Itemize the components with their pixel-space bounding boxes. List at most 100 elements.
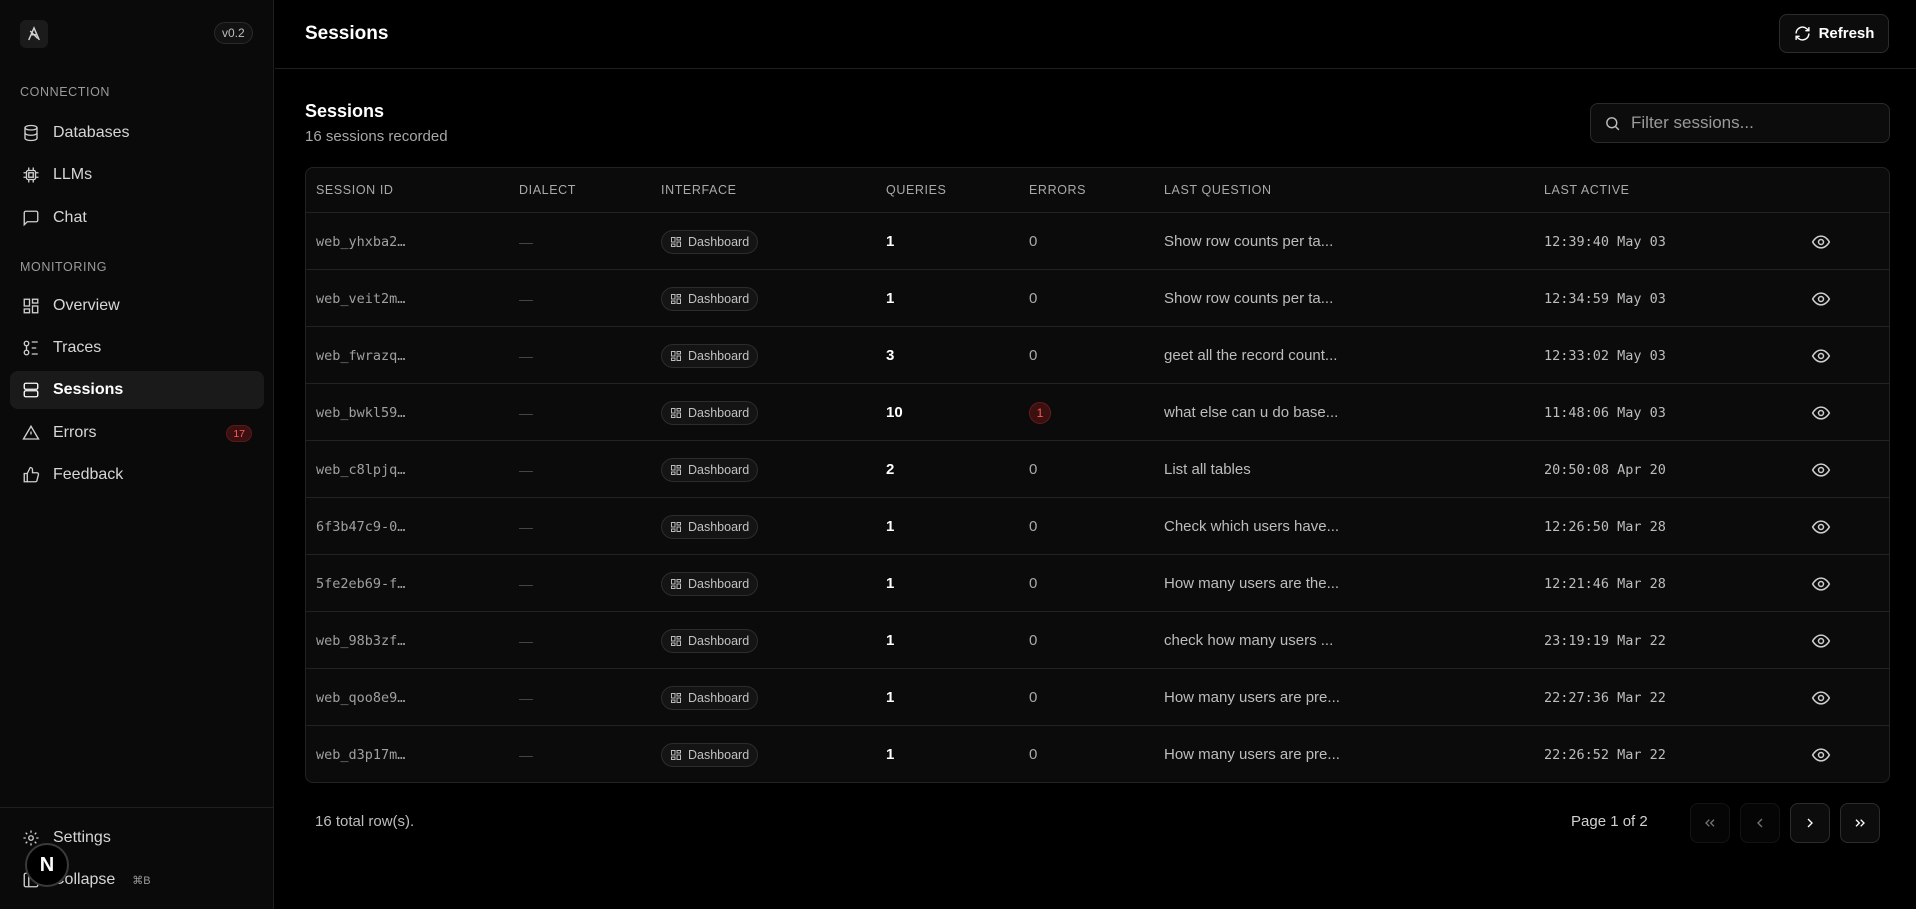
interface-label: Dashboard (688, 576, 750, 591)
error-count: 0 (1029, 746, 1038, 763)
chevron-right-icon (1807, 818, 1813, 828)
interface-label: Dashboard (688, 747, 750, 762)
session-id[interactable]: 5fe2eb69-f… (316, 576, 405, 592)
view-session-button[interactable] (1811, 612, 1831, 669)
session-id[interactable]: web_bwkl59… (316, 405, 405, 421)
view-session-button[interactable] (1811, 270, 1831, 327)
table-row[interactable]: 5fe2eb69-f… — Dashboard 1 0 How many users ar… (306, 555, 1889, 612)
chevrons-left-icon (1705, 819, 1715, 827)
interface-label: Dashboard (688, 291, 750, 306)
layout-grid-icon (671, 521, 681, 532)
search-input[interactable] (1631, 113, 1871, 133)
eye-icon (1811, 291, 1831, 306)
layout-grid-icon (671, 635, 681, 646)
layout-grid-icon (671, 749, 681, 760)
table-row[interactable]: 6f3b47c9-0… — Dashboard 1 0 Check which users… (306, 498, 1889, 555)
error-count: 0 (1029, 689, 1038, 706)
app-logo[interactable] (20, 20, 48, 48)
view-session-button[interactable] (1811, 327, 1831, 384)
column-header-interface[interactable]: INTERFACE (661, 183, 737, 197)
last-question: How many users are pre... (1164, 746, 1340, 763)
sidebar-item-sessions[interactable]: Sessions (10, 371, 264, 409)
errors-count-badge: 17 (226, 425, 252, 442)
session-id[interactable]: web_veit2m… (316, 291, 405, 307)
sidebar-item-chat[interactable]: Chat (10, 199, 264, 237)
layout-grid-icon (671, 293, 681, 304)
sidebar-item-traces[interactable]: Traces (10, 329, 264, 367)
last-question: List all tables (1164, 461, 1251, 478)
first-page-button[interactable] (1690, 803, 1730, 843)
column-header-queries[interactable]: QUERIES (886, 183, 946, 197)
table-row[interactable]: web_yhxba2… — Dashboard 1 0 Show row counts p… (306, 213, 1889, 270)
table-row[interactable]: web_d3p17m… — Dashboard 1 0 How many users ar… (306, 726, 1889, 782)
eye-icon (1811, 348, 1831, 363)
interface-badge: Dashboard (661, 400, 759, 425)
search-icon (1606, 116, 1620, 130)
previous-page-button[interactable] (1740, 803, 1780, 843)
last-active: 12:39:40 May 03 (1544, 233, 1666, 250)
sidebar-item-label: Feedback (53, 466, 124, 483)
sidebar-item-feedback[interactable]: Feedback (10, 456, 264, 494)
eye-icon (1811, 576, 1831, 591)
view-session-button[interactable] (1811, 384, 1831, 441)
eye-icon (1811, 519, 1831, 534)
session-id[interactable]: web_98b3zf… (316, 633, 405, 649)
view-session-button[interactable] (1811, 498, 1831, 555)
session-id[interactable]: web_d3p17m… (316, 747, 405, 763)
avatar[interactable]: N (25, 843, 69, 887)
table-row[interactable]: web_98b3zf… — Dashboard 1 0 check how many us… (306, 612, 1889, 669)
column-header-session-id[interactable]: SESSION ID (316, 183, 394, 197)
interface-label: Dashboard (688, 519, 750, 534)
last-page-button[interactable] (1840, 803, 1880, 843)
table-row[interactable]: web_c8lpjq… — Dashboard 2 0 List all tables 20… (306, 441, 1889, 498)
session-id[interactable]: web_c8lpjq… (316, 462, 405, 478)
layout-grid-icon (671, 464, 681, 475)
eye-icon (1811, 405, 1831, 420)
version-badge: v0.2 (214, 22, 253, 44)
table-row[interactable]: web_qoo8e9… — Dashboard 1 0 How many users ar… (306, 669, 1889, 726)
query-count: 1 (886, 290, 895, 307)
error-count-badge: 1 (1029, 401, 1051, 424)
section-monitoring: MONITORING (20, 260, 108, 274)
table-row[interactable]: web_fwrazq… — Dashboard 3 0 geet all the reco… (306, 327, 1889, 384)
next-page-button[interactable] (1790, 803, 1830, 843)
sidebar-item-errors[interactable]: Errors 17 (10, 414, 264, 452)
search-box[interactable] (1590, 103, 1890, 143)
session-id[interactable]: web_qoo8e9… (316, 690, 405, 706)
column-header-last-active[interactable]: LAST ACTIVE (1544, 183, 1630, 197)
column-header-last-question[interactable]: LAST QUESTION (1164, 183, 1272, 197)
interface-label: Dashboard (688, 348, 750, 363)
session-id[interactable]: 6f3b47c9-0… (316, 519, 405, 535)
layout-grid-icon (671, 350, 681, 361)
keyboard-shortcut: ⌘B (132, 874, 151, 887)
dialect: — (519, 632, 533, 649)
last-question: Check which users have... (1164, 518, 1340, 535)
dialect: — (519, 233, 533, 250)
interface-label: Dashboard (688, 690, 750, 705)
server-icon (23, 382, 39, 398)
view-session-button[interactable] (1811, 441, 1831, 498)
sidebar-item-llms[interactable]: LLMs (10, 156, 264, 194)
table-row[interactable]: web_veit2m… — Dashboard 1 0 Show row counts p… (306, 270, 1889, 327)
table-row[interactable]: web_bwkl59… — Dashboard 10 1 what else can u … (306, 384, 1889, 441)
view-session-button[interactable] (1811, 213, 1831, 270)
last-active: 12:21:46 Mar 28 (1544, 575, 1666, 592)
column-header-dialect[interactable]: DIALECT (519, 183, 576, 197)
view-session-button[interactable] (1811, 726, 1831, 782)
refresh-icon (1794, 26, 1810, 41)
session-id[interactable]: web_fwrazq… (316, 348, 405, 364)
sidebar-divider (0, 807, 274, 808)
query-count: 10 (886, 404, 903, 421)
sessions-count-subtitle: 16 sessions recorded (305, 128, 448, 145)
session-id[interactable]: web_yhxba2… (316, 234, 405, 250)
view-session-button[interactable] (1811, 555, 1831, 612)
dialect: — (519, 518, 533, 535)
last-active: 12:33:02 May 03 (1544, 347, 1666, 364)
interface-badge: Dashboard (661, 742, 759, 767)
sidebar-item-databases[interactable]: Databases (10, 114, 264, 152)
error-count: 0 (1029, 575, 1038, 592)
view-session-button[interactable] (1811, 669, 1831, 726)
refresh-button[interactable]: Refresh (1779, 14, 1889, 53)
column-header-errors[interactable]: ERRORS (1029, 183, 1086, 197)
sidebar-item-overview[interactable]: Overview (10, 287, 264, 325)
